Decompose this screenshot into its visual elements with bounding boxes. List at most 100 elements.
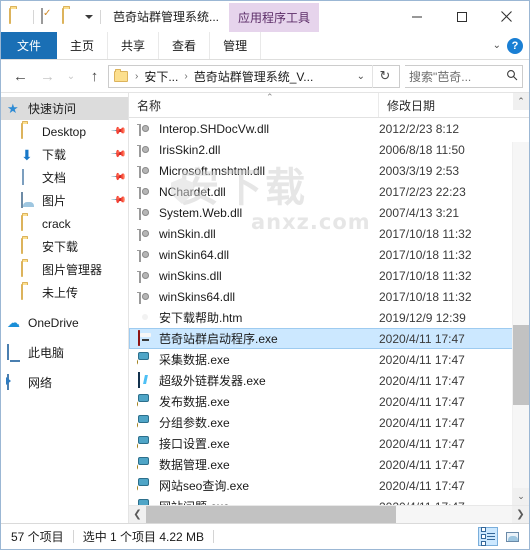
vertical-scrollbar-track[interactable] (513, 142, 529, 488)
chevron-down-icon[interactable]: ⌄ (493, 40, 501, 51)
table-row[interactable]: NChardet.dll 2017/2/23 22:23 (129, 181, 529, 202)
divider (33, 9, 34, 24)
table-row[interactable]: Microsoft.mshtml.dll 2003/3/19 2:53 (129, 160, 529, 181)
refresh-icon[interactable]: ↻ (372, 64, 397, 88)
folder-icon[interactable] (9, 7, 26, 25)
table-row[interactable]: System.Web.dll 2007/4/13 3:21 (129, 202, 529, 223)
close-button[interactable] (484, 1, 529, 32)
table-row[interactable]: 分组参数.exe 2020/4/11 17:47 (129, 412, 529, 433)
table-row[interactable]: winSkins64.dll 2017/10/18 11:32 (129, 286, 529, 307)
file-name-cell: 芭奇站群启动程序.exe (137, 330, 378, 347)
table-row[interactable]: 数据管理.exe 2020/4/11 17:47 (129, 454, 529, 475)
forward-button[interactable]: → (34, 63, 61, 89)
breadcrumb-item-0[interactable]: 安下... (142, 68, 180, 85)
column-header-name-label: 名称 (137, 98, 162, 113)
file-name-cell: Interop.SHDocVw.dll (137, 120, 378, 137)
large-icons-view-button[interactable] (502, 527, 522, 546)
tab-file[interactable]: 文件 (1, 32, 58, 59)
sidebar-item-crack[interactable]: crack (1, 212, 128, 235)
sidebar-item-label: 下载 (42, 148, 67, 162)
breadcrumb[interactable]: › 安下... › 芭奇站群管理系统_V... ⌄ ↻ (108, 64, 400, 88)
table-row[interactable]: winSkin64.dll 2017/10/18 11:32 (129, 244, 529, 265)
column-header-name[interactable]: 名称 ⌃ (129, 92, 378, 117)
scroll-left-button[interactable]: ❮ (129, 506, 146, 523)
tab-home[interactable]: 主页 (57, 32, 109, 59)
properties-icon[interactable] (41, 7, 58, 25)
robot-exe-icon (137, 330, 153, 347)
back-button[interactable]: ← (7, 63, 34, 89)
sidebar-item-image-manager[interactable]: 图片管理器 (1, 258, 128, 281)
sidebar-item-network[interactable]: 网络 (1, 371, 128, 394)
chevron-down-icon[interactable]: ⌄ (350, 71, 372, 82)
details-view-button[interactable] (478, 527, 498, 546)
table-row[interactable]: 网站问题.exe 2020/4/11 17:47 (129, 496, 529, 506)
sidebar-item-this-pc[interactable]: 此电脑 (1, 341, 128, 364)
item-count-label: 57 个项目 (11, 530, 64, 544)
table-row[interactable]: winSkins.dll 2017/10/18 11:32 (129, 265, 529, 286)
table-row-selected[interactable]: 芭奇站群启动程序.exe 2020/4/11 17:47 (129, 328, 529, 349)
sidebar-item-quick-access[interactable]: ★ 快速访问 (1, 97, 128, 120)
file-name-label: winSkin64.dll (159, 247, 230, 262)
tab-view[interactable]: 查看 (159, 32, 211, 59)
search-input[interactable]: 搜索"芭奇... (405, 64, 523, 88)
pin-icon: 📌 (109, 146, 127, 163)
horizontal-scrollbar[interactable]: ❮ ❯ (129, 505, 529, 523)
table-row[interactable]: 接口设置.exe 2020/4/11 17:47 (129, 433, 529, 454)
dll-icon (137, 225, 153, 242)
file-name-cell: winSkin.dll (137, 225, 378, 242)
table-row[interactable]: 采集数据.exe 2020/4/11 17:47 (129, 349, 529, 370)
sidebar-item-pictures[interactable]: 图片 📌 (1, 189, 128, 212)
quick-access-toolbar (1, 7, 104, 25)
horizontal-scrollbar-thumb[interactable] (146, 506, 396, 523)
sidebar-item-documents[interactable]: 文档 📌 (1, 166, 128, 189)
new-folder-icon[interactable] (62, 7, 79, 25)
column-header-date-label: 修改日期 (387, 98, 436, 113)
recent-locations-button[interactable]: ⌄ (61, 63, 81, 89)
table-row[interactable]: Interop.SHDocVw.dll 2012/2/23 8:12 (129, 118, 529, 139)
vertical-scrollbar-thumb[interactable] (513, 325, 529, 405)
sidebar-item-label: 文档 (42, 171, 67, 185)
up-button[interactable]: ↑ (81, 63, 108, 89)
table-row[interactable]: 网站seo查询.exe 2020/4/11 17:47 (129, 475, 529, 496)
help-icon[interactable]: ? (507, 37, 523, 54)
sidebar-item-anxiazai[interactable]: 安下载 (1, 235, 128, 258)
maximize-button[interactable] (439, 1, 484, 32)
file-name-label: 安下载帮助.htm (159, 311, 243, 325)
sidebar-item-desktop[interactable]: Desktop 📌 (1, 120, 128, 143)
table-row[interactable]: IrisSkin2.dll 2006/8/18 11:50 (129, 139, 529, 160)
table-row[interactable]: 超级外链群发器.exe 2020/4/11 17:47 (129, 370, 529, 391)
breadcrumb-item-1[interactable]: 芭奇站群管理系统_V... (192, 68, 316, 85)
minimize-button[interactable] (394, 1, 439, 32)
file-date-label: 2006/8/18 11:50 (379, 142, 465, 157)
tab-share[interactable]: 共享 (108, 32, 160, 59)
customize-caret-icon[interactable] (85, 14, 93, 19)
large-icons-view-icon (505, 531, 519, 542)
search-icon[interactable] (506, 69, 518, 84)
tab-manage[interactable]: 管理 (210, 32, 262, 59)
vertical-scrollbar[interactable]: ⌄ (512, 142, 529, 505)
scroll-up-button[interactable]: ⌃ (513, 93, 529, 110)
pin-icon: 📌 (109, 169, 127, 186)
horizontal-scrollbar-track[interactable] (146, 506, 512, 523)
table-row[interactable]: 发布数据.exe 2020/4/11 17:47 (129, 391, 529, 412)
file-name-label: NChardet.dll (159, 184, 226, 199)
sidebar-item-not-uploaded[interactable]: 未上传 (1, 281, 128, 304)
view-buttons (478, 527, 529, 546)
search-placeholder: 搜索"芭奇... (409, 69, 472, 84)
table-row[interactable]: 安下载帮助.htm 2019/12/9 12:39 (129, 307, 529, 328)
title-bar: 芭奇站群管理系统... 应用程序工具 (1, 1, 529, 33)
file-name-cell: winSkins64.dll (137, 288, 378, 305)
file-rows: Interop.SHDocVw.dll 2012/2/23 8:12 IrisS… (129, 118, 529, 505)
table-row[interactable]: winSkin.dll 2017/10/18 11:32 (129, 223, 529, 244)
scroll-down-button[interactable]: ⌄ (513, 488, 529, 505)
navigation-pane[interactable]: ★ 快速访问 Desktop 📌 ⬇ 下载 📌 文档 📌 图片 📌 crack … (1, 93, 129, 523)
file-list-pane: 名称 ⌃ 修改日期 ⌃ Interop.SHDocVw.dll 2012/2/2… (129, 92, 529, 523)
sidebar-item-downloads[interactable]: ⬇ 下载 📌 (1, 143, 128, 166)
file-date-label: 2017/10/18 11:32 (379, 289, 472, 304)
file-name-label: 网站seo查询.exe (159, 479, 250, 493)
pc-icon (7, 343, 23, 361)
scroll-right-button[interactable]: ❯ (512, 506, 529, 523)
file-date-label: 2020/4/11 17:47 (379, 415, 465, 430)
sidebar-item-onedrive[interactable]: ☁ OneDrive (1, 311, 128, 334)
column-header-date[interactable]: 修改日期 (378, 93, 529, 117)
